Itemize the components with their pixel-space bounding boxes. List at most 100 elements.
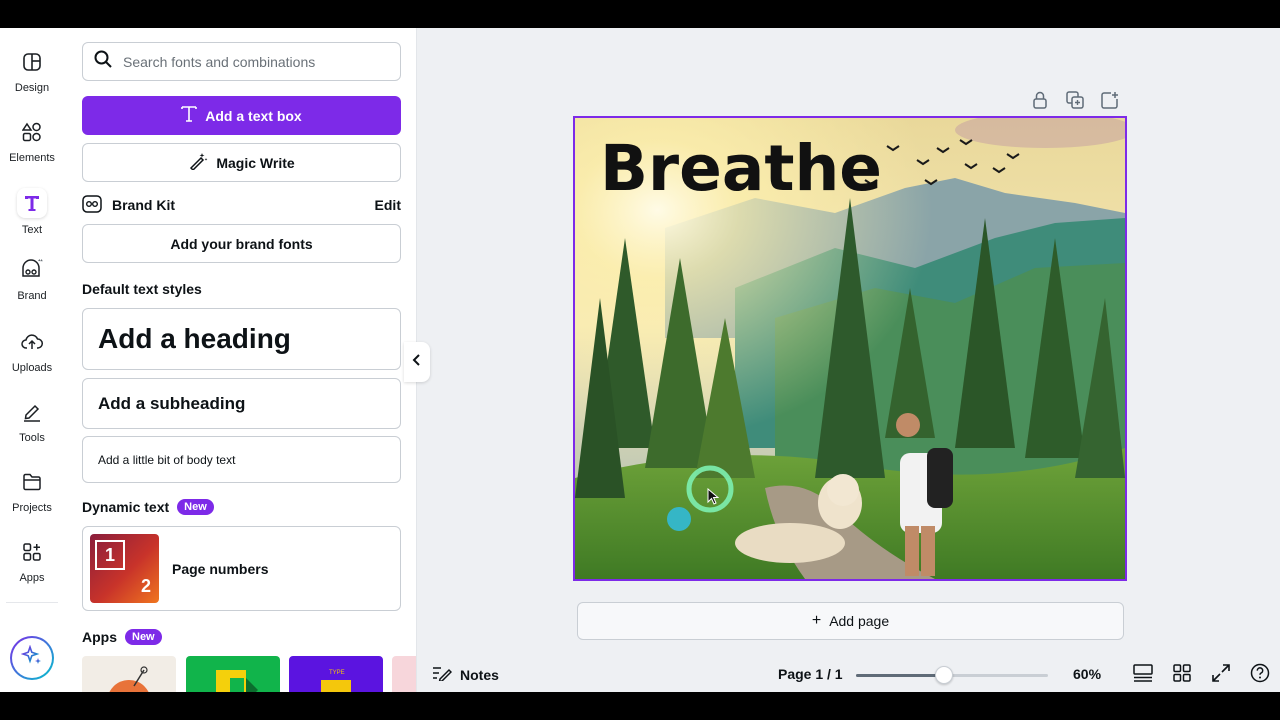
text-icon <box>17 188 47 218</box>
brand-kit-icon <box>82 194 102 216</box>
rail-item-text[interactable]: Text <box>0 188 64 248</box>
apps-title: Apps New <box>82 629 162 645</box>
zoom-slider[interactable] <box>856 666 1048 684</box>
add-text-box-label: Add a text box <box>205 107 302 124</box>
body-style-card[interactable]: Add a little bit of body text <box>82 436 401 483</box>
rail-label: Uploads <box>11 362 53 374</box>
rail-item-apps[interactable]: Apps <box>0 538 64 598</box>
add-brand-fonts-label: Add your brand fonts <box>170 235 313 252</box>
add-brand-fonts-button[interactable]: Add your brand fonts <box>82 224 401 263</box>
search-box[interactable] <box>82 42 401 81</box>
add-page-top-button[interactable] <box>1099 91 1121 113</box>
brand-kit-row: Brand Kit Edit <box>82 194 401 216</box>
magic-write-label: Magic Write <box>216 154 295 171</box>
notes-icon <box>432 665 453 684</box>
new-badge: New <box>125 629 162 645</box>
tools-icon <box>18 398 46 426</box>
heading-sample: Add a heading <box>98 323 291 354</box>
page-indicator[interactable]: Page 1 / 1 <box>778 666 843 682</box>
chevron-left-icon <box>412 353 422 371</box>
search-input[interactable] <box>123 53 383 70</box>
sparkle-icon <box>20 644 43 672</box>
search-icon <box>93 49 113 74</box>
page-numbers-card[interactable]: 1 2 Page numbers <box>82 526 401 611</box>
rail-label: Elements <box>9 152 55 164</box>
pages-view-icon <box>1133 663 1153 687</box>
subheading-sample: Add a subheading <box>98 393 246 413</box>
projects-icon <box>18 468 46 496</box>
grid-view-button[interactable] <box>1171 663 1193 687</box>
duplicate-icon <box>1066 90 1084 114</box>
rail-label: Tools <box>19 432 45 444</box>
brand-icon <box>18 256 46 284</box>
subheading-style-card[interactable]: Add a subheading <box>82 378 401 429</box>
add-page-icon <box>1101 91 1119 114</box>
rail-label: Text <box>21 224 43 236</box>
dynamic-text-title: Dynamic text New <box>82 499 214 515</box>
fullscreen-button[interactable] <box>1210 663 1232 687</box>
grid-view-icon <box>1173 663 1191 687</box>
page-view-button[interactable] <box>1132 663 1154 687</box>
brand-kit-edit-link[interactable]: Edit <box>375 197 401 213</box>
rail-label: Design <box>14 82 50 94</box>
app-tile[interactable]: TYPE <box>289 656 383 692</box>
text-t-icon <box>181 105 198 126</box>
headline-text[interactable]: Breathe <box>600 132 882 205</box>
page-numbers-thumbnail: 1 2 <box>90 534 159 603</box>
app-tile[interactable] <box>186 656 280 692</box>
app-tile[interactable] <box>392 656 416 692</box>
help-button[interactable] <box>1249 663 1271 688</box>
add-page-button[interactable]: + Add page <box>577 602 1124 640</box>
rail-item-brand[interactable]: Brand <box>0 256 64 316</box>
new-badge: New <box>177 499 214 515</box>
notes-label: Notes <box>460 666 499 683</box>
duplicate-page-button[interactable] <box>1064 90 1086 114</box>
page-numbers-label: Page numbers <box>172 560 269 577</box>
svg-text:TYPE: TYPE <box>329 670 345 676</box>
magic-write-button[interactable]: Magic Write <box>82 143 401 182</box>
collapse-panel-button[interactable] <box>404 342 430 382</box>
rail-item-uploads[interactable]: Uploads <box>0 328 64 388</box>
rail-item-design[interactable]: Design <box>0 48 64 108</box>
uploads-icon <box>18 328 46 356</box>
lock-button[interactable] <box>1029 91 1051 113</box>
help-icon <box>1250 663 1270 688</box>
rail-label: Brand <box>17 290 47 302</box>
thumb-number-one: 1 <box>95 540 125 570</box>
design-icon <box>18 48 46 76</box>
apps-label: Apps <box>82 629 117 645</box>
mouse-cursor <box>707 487 720 511</box>
lock-icon <box>1032 91 1048 114</box>
plus-icon: + <box>811 612 822 629</box>
editor: Design Elements Text Brand Uploads Tools… <box>0 28 1280 692</box>
top-black-bar <box>0 0 1280 28</box>
rail-label: Projects <box>12 502 52 514</box>
default-styles-title: Default text styles <box>82 281 202 297</box>
add-page-label: Add page <box>829 613 890 629</box>
add-text-box-button[interactable]: Add a text box <box>82 96 401 135</box>
app-tile[interactable] <box>82 656 176 692</box>
editor-footer: Notes Page 1 / 1 60% <box>417 658 1280 692</box>
magic-button[interactable] <box>10 636 54 680</box>
apps-icon <box>18 538 46 566</box>
expand-icon <box>1212 663 1230 687</box>
rail-label: Apps <box>19 572 45 584</box>
elements-icon <box>18 118 46 146</box>
apps-row: TYPE <box>82 656 416 692</box>
design-page[interactable]: Breathe <box>573 116 1127 581</box>
brand-kit-label: Brand Kit <box>112 197 175 213</box>
magic-wand-icon <box>188 152 208 173</box>
notes-button[interactable]: Notes <box>432 665 499 684</box>
rail-item-tools[interactable]: Tools <box>0 398 64 458</box>
rail-item-elements[interactable]: Elements <box>0 118 64 178</box>
zoom-level[interactable]: 60% <box>1073 666 1101 682</box>
body-sample: Add a little bit of body text <box>98 452 236 467</box>
thumb-number-two: 2 <box>140 576 151 596</box>
default-styles-label: Default text styles <box>82 281 202 297</box>
heading-style-card[interactable]: Add a heading <box>82 308 401 370</box>
zoom-slider-fill <box>856 674 945 677</box>
zoom-slider-handle[interactable] <box>935 666 954 684</box>
text-panel: Add a text box Magic Write Brand Kit Edi… <box>64 28 417 692</box>
rail-item-projects[interactable]: Projects <box>0 468 64 528</box>
left-rail: Design Elements Text Brand Uploads Tools… <box>0 28 64 692</box>
